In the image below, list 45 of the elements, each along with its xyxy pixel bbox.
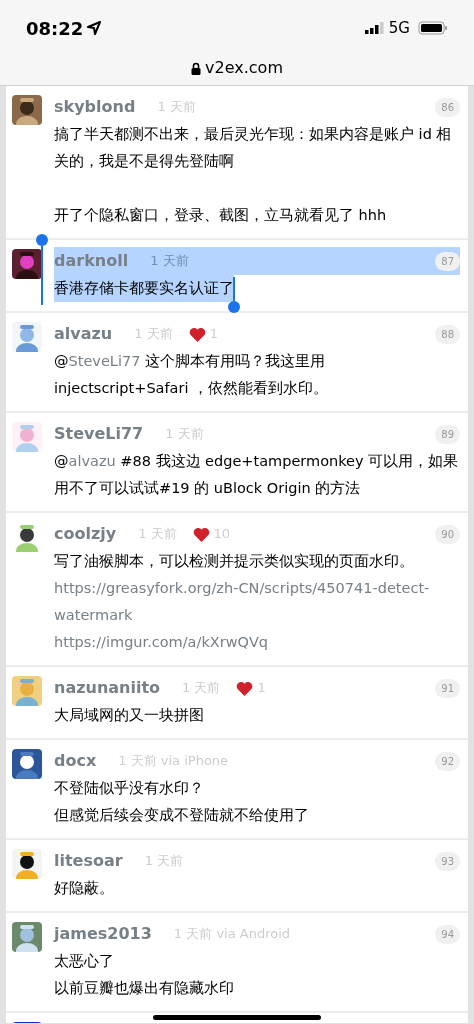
username-link[interactable]: docx bbox=[54, 749, 97, 773]
floor-number: 87 bbox=[435, 251, 460, 271]
address-bar-url[interactable]: v2ex.com bbox=[205, 56, 283, 80]
username-link[interactable]: skyblond bbox=[54, 95, 136, 119]
reply-time: 1 天前 bbox=[150, 252, 189, 271]
floor-number: 92 bbox=[435, 751, 460, 771]
reply-text: 太恶心了 bbox=[54, 952, 115, 971]
floor-number: 91 bbox=[435, 678, 460, 698]
reply-text: 搞了半天都测不出来，最后灵光乍现：如果内容是账户 id 相关的，我是不是得先登陆啊 bbox=[54, 125, 453, 171]
username-link[interactable]: alvazu bbox=[54, 322, 113, 346]
url-link[interactable]: https://imgur.com/a/kXrwQVq bbox=[54, 629, 460, 656]
floor-number: 94 bbox=[435, 924, 460, 944]
mention-link[interactable]: SteveLi77 bbox=[68, 353, 141, 369]
selection-handle[interactable] bbox=[36, 234, 48, 305]
username-link[interactable]: james2013 bbox=[54, 922, 152, 946]
mention-link[interactable]: alvazu bbox=[68, 453, 116, 469]
reply-text: 写了油猴脚本，可以检测并提示类似实现的页面水印。 bbox=[54, 552, 415, 571]
reply-text: 开了个隐私窗口，登录、截图，立马就看见了 hhh bbox=[54, 206, 388, 225]
reply-text: @SteveLi77 这个脚本有用吗？我这里用 injectscript+Safari ，依然能看到水印。 bbox=[54, 352, 330, 398]
reply-text: 香港存储卡都要实名认证了 bbox=[54, 275, 234, 302]
network-label: 5G bbox=[388, 17, 410, 39]
floor-number: 86 bbox=[435, 97, 460, 117]
heart-icon bbox=[236, 680, 254, 696]
reply-text: 大局域网的又一块拼图 bbox=[54, 706, 205, 725]
reply-text: 但感觉后续会变成不登陆就不给使用了 bbox=[54, 806, 310, 825]
reply-text: 好隐蔽。 bbox=[54, 879, 115, 898]
heart-icon bbox=[192, 526, 210, 542]
floor-number: 90 bbox=[435, 524, 460, 544]
battery-icon bbox=[418, 21, 448, 35]
location-arrow-icon bbox=[87, 21, 102, 35]
username-link[interactable]: nazunaniito bbox=[54, 676, 161, 700]
username-link[interactable]: litesoar bbox=[54, 849, 123, 873]
username-link[interactable]: SteveLi77 bbox=[54, 422, 144, 446]
reply-text: @alvazu #88 我这边 edge+tampermonkey 可以用，如果用不了可以试试#19 的 uBlock Origin 的方法 bbox=[54, 452, 460, 498]
reply-text: 以前豆瓣也爆出有隐藏水印 bbox=[54, 979, 235, 998]
username-link[interactable]: coolzjy bbox=[54, 522, 117, 546]
reply-text: 不登陆似乎没有水印？ bbox=[54, 779, 205, 798]
floor-number: 88 bbox=[435, 324, 460, 344]
lock-icon bbox=[191, 61, 202, 75]
floor-number: 89 bbox=[435, 424, 460, 444]
username-link[interactable]: darknoll bbox=[54, 249, 129, 273]
clock-time: 08:22 bbox=[26, 16, 84, 41]
floor-number: 93 bbox=[435, 851, 460, 871]
signal-icon bbox=[364, 22, 385, 34]
heart-icon bbox=[188, 326, 206, 342]
